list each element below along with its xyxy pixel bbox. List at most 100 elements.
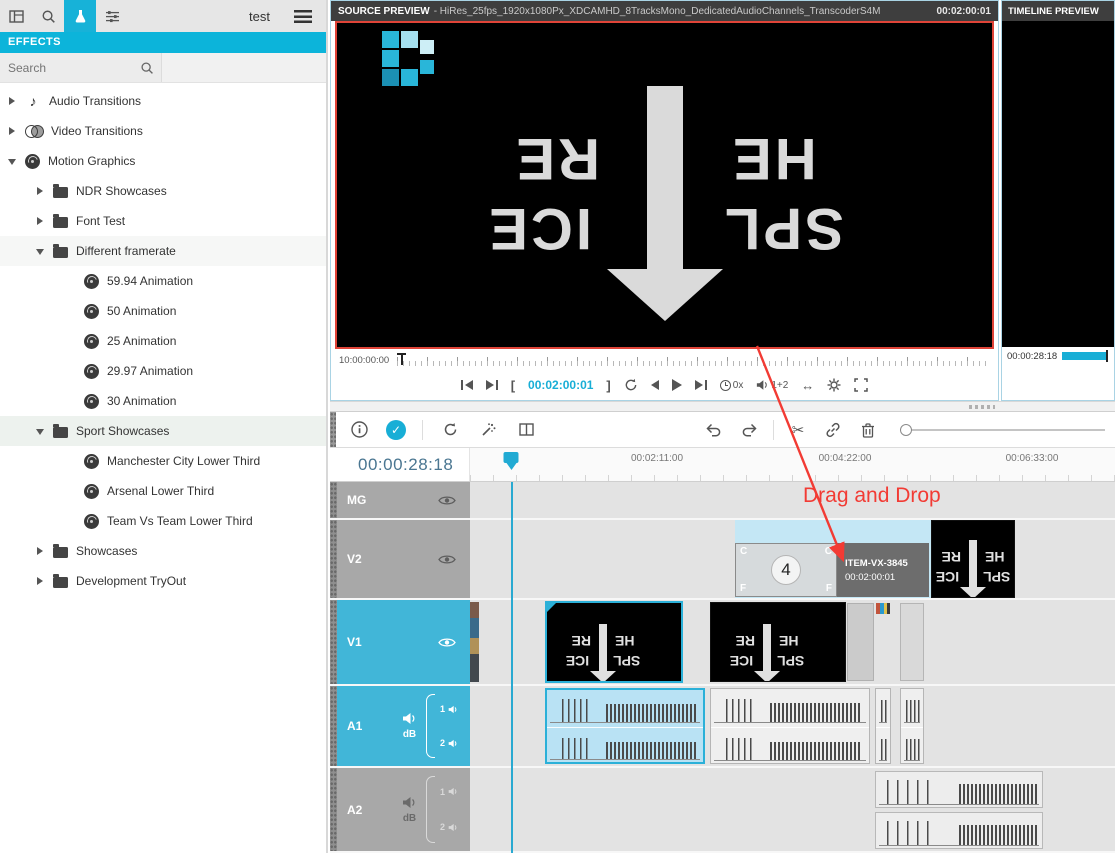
audio-clip[interactable]: [875, 688, 891, 764]
razor-button[interactable]: ✂: [787, 419, 809, 441]
track-header-mg[interactable]: MG: [330, 482, 470, 518]
source-playhead-marker[interactable]: [397, 353, 406, 366]
track-visibility-toggle[interactable]: [438, 495, 456, 506]
drag-handle-icon[interactable]: [330, 600, 337, 684]
tree-item-5994-animation[interactable]: 59.94 Animation: [0, 266, 326, 296]
audio-clip[interactable]: [900, 688, 924, 764]
timeline-preview-progress-bar[interactable]: [1062, 352, 1106, 360]
video-clip[interactable]: SPLICE HERE: [931, 520, 1015, 598]
track-lane-v2[interactable]: SPLICE HERE C C F F 4: [470, 520, 1115, 598]
video-clip[interactable]: [900, 603, 924, 681]
loop-button[interactable]: [624, 378, 638, 392]
link-clips-button[interactable]: [822, 419, 844, 441]
source-ruler-ticks[interactable]: [397, 354, 990, 366]
speaker-icon[interactable]: [402, 796, 417, 809]
speaker-icon[interactable]: [402, 712, 417, 725]
tree-item-50-animation[interactable]: 50 Animation: [0, 296, 326, 326]
previous-frame-button[interactable]: [651, 380, 659, 390]
track-header-v1[interactable]: V1: [330, 600, 470, 684]
mark-in-button[interactable]: [: [511, 378, 515, 393]
channel-2-toggle[interactable]: 2: [440, 822, 458, 832]
chevron-down-icon[interactable]: [8, 156, 17, 166]
audio-clip[interactable]: [875, 771, 1043, 808]
track-header-a2[interactable]: A2 dB 1 2: [330, 768, 470, 851]
goto-in-button[interactable]: [461, 380, 473, 390]
video-clip[interactable]: [470, 602, 479, 682]
tree-item-audio-transitions[interactable]: ♪Audio Transitions: [0, 86, 326, 116]
tree-item-different-framerate[interactable]: Different framerate: [0, 236, 326, 266]
track-lane-a2[interactable]: [470, 768, 1115, 851]
drag-handle-icon[interactable]: [330, 768, 337, 851]
source-ruler[interactable]: 10:00:00:00: [331, 352, 998, 368]
track-lane-v1[interactable]: SPLICE HERE SPLICE HERE: [470, 600, 1115, 684]
split-view-button[interactable]: [515, 419, 537, 441]
video-clip-selected[interactable]: SPLICE HERE: [545, 601, 683, 683]
timeline-ruler[interactable]: 00:02:11:00 00:04:22:00 00:06:33:00: [470, 448, 1115, 481]
video-clip[interactable]: [847, 603, 874, 681]
play-button[interactable]: [672, 379, 682, 391]
layout-panel-button[interactable]: [0, 0, 32, 32]
next-frame-button[interactable]: [695, 380, 707, 390]
redo-button[interactable]: [738, 419, 760, 441]
track-lane-a1[interactable]: [470, 686, 1115, 766]
track-header-a1[interactable]: A1 dB 1 2: [330, 686, 470, 766]
timeline-zoom-slider[interactable]: [900, 423, 1105, 437]
tree-item-2997-animation[interactable]: 29.97 Animation: [0, 356, 326, 386]
mark-out-button[interactable]: ]: [606, 378, 610, 393]
menu-button[interactable]: [290, 10, 316, 23]
chevron-down-icon[interactable]: [36, 426, 45, 436]
search-input[interactable]: [0, 61, 140, 75]
playhead-handle[interactable]: [504, 452, 519, 471]
chevron-right-icon[interactable]: [36, 546, 45, 556]
tree-item-ndr-showcases[interactable]: NDR Showcases: [0, 176, 326, 206]
horizontal-splitter[interactable]: [330, 401, 1115, 412]
fullscreen-button[interactable]: [854, 378, 868, 392]
channel-1-toggle[interactable]: 1: [440, 704, 458, 714]
chevron-down-icon[interactable]: [36, 246, 45, 256]
drag-ghost[interactable]: C C F F 4 ITEM-VX-3845 00:02:00:01: [735, 543, 929, 597]
audio-monitor-button[interactable]: 1+2: [756, 379, 788, 391]
playback-speed-button[interactable]: 0x: [720, 380, 744, 391]
undo-button[interactable]: [703, 419, 725, 441]
slider-knob[interactable]: [900, 424, 912, 436]
audio-clip-selected[interactable]: [545, 688, 705, 764]
db-label[interactable]: dB: [403, 729, 416, 740]
tree-item-manchester-city-lower-third[interactable]: Manchester City Lower Third: [0, 446, 326, 476]
tree-item-30-animation[interactable]: 30 Animation: [0, 386, 326, 416]
tree-item-video-transitions[interactable]: Video Transitions: [0, 116, 326, 146]
splitter-handle-icon[interactable]: [969, 405, 995, 409]
chevron-right-icon[interactable]: [8, 126, 17, 136]
drag-handle-icon[interactable]: [330, 520, 337, 598]
chevron-right-icon[interactable]: [36, 216, 45, 226]
track-visibility-toggle[interactable]: [438, 637, 456, 648]
tree-item-25-animation[interactable]: 25 Animation: [0, 326, 326, 356]
fit-width-button[interactable]: ↔: [801, 379, 814, 392]
tree-item-font-test[interactable]: Font Test: [0, 206, 326, 236]
tree-item-motion-graphics[interactable]: Motion Graphics: [0, 146, 326, 176]
validate-button[interactable]: ✓: [386, 420, 406, 440]
audio-clip[interactable]: [875, 812, 1043, 849]
effects-tool-button[interactable]: [64, 0, 96, 32]
tree-item-showcases[interactable]: Showcases: [0, 536, 326, 566]
audio-clip[interactable]: [710, 688, 870, 764]
adjust-sliders-button[interactable]: [96, 0, 128, 32]
track-header-v2[interactable]: V2: [330, 520, 470, 598]
timeline-preview-viewer[interactable]: [1002, 21, 1114, 347]
delete-button[interactable]: [857, 419, 879, 441]
search-tool-button[interactable]: [32, 0, 64, 32]
search-icon[interactable]: [140, 61, 154, 75]
chevron-right-icon[interactable]: [36, 576, 45, 586]
channel-1-toggle[interactable]: 1: [440, 787, 458, 797]
tree-item-sport-showcases[interactable]: Sport Showcases: [0, 416, 326, 446]
refresh-button[interactable]: [439, 419, 461, 441]
track-visibility-toggle[interactable]: [438, 554, 456, 565]
db-label[interactable]: dB: [403, 813, 416, 824]
channel-2-toggle[interactable]: 2: [440, 738, 458, 748]
source-video-viewer[interactable]: SPLICE HERE: [335, 21, 994, 349]
video-clip[interactable]: SPLICE HERE: [710, 602, 846, 682]
magic-wand-button[interactable]: [477, 419, 499, 441]
info-button[interactable]: [348, 419, 370, 441]
track-lane-mg[interactable]: [470, 482, 1115, 518]
goto-out-button[interactable]: [486, 380, 498, 390]
drag-handle-icon[interactable]: [330, 482, 337, 518]
